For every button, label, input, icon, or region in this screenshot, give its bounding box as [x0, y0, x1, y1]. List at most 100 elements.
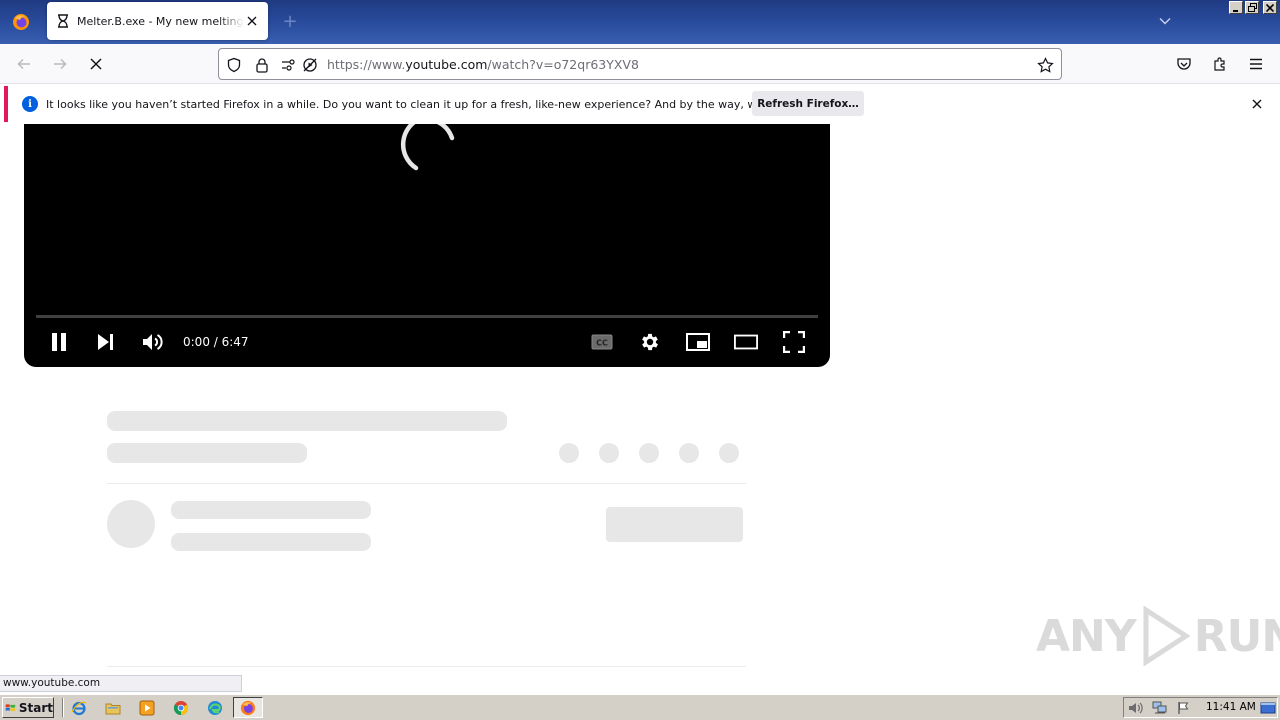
taskbar-firefox-button[interactable]	[233, 697, 263, 718]
edge-icon[interactable]	[206, 699, 224, 717]
action-skeleton-dot	[599, 443, 619, 463]
tab-close-icon[interactable]	[244, 13, 260, 29]
windows-taskbar: Start 11:41 AM	[0, 694, 1280, 720]
divider	[107, 666, 746, 667]
back-button[interactable]	[12, 52, 36, 76]
pause-icon	[52, 333, 66, 351]
back-arrow-icon	[17, 58, 30, 70]
theater-mode-button[interactable]	[734, 330, 758, 354]
info-icon: i	[22, 96, 38, 112]
chrome-icon[interactable]	[172, 699, 190, 717]
tab-strip: Melter.B.exe - My new melting and +	[0, 0, 1280, 44]
taskbar-separator	[62, 698, 64, 717]
url-host: youtube.com	[405, 57, 488, 72]
fullscreen-button[interactable]	[782, 330, 806, 354]
stop-x-icon	[90, 58, 102, 70]
svg-text:CC: CC	[596, 339, 608, 348]
next-button[interactable]	[94, 330, 118, 354]
list-all-tabs-chevron-down-icon[interactable]	[1158, 14, 1172, 28]
app-menu-button[interactable]	[1244, 52, 1268, 76]
settings-gear-icon	[642, 333, 658, 351]
taskbar-clock: 11:41 AM	[1206, 701, 1256, 713]
action-skeleton-dot	[719, 443, 739, 463]
url-prefix: https://www.	[327, 57, 406, 72]
miniplayer-icon	[686, 333, 710, 351]
subtitles-button[interactable]: CC	[590, 330, 614, 354]
next-icon	[98, 334, 113, 350]
action-skeleton-dot	[559, 443, 579, 463]
play-triangle-logo-icon	[1143, 606, 1190, 666]
fullscreen-icon	[783, 331, 805, 353]
extensions-button[interactable]	[1208, 52, 1232, 76]
ie-icon[interactable]	[70, 699, 88, 717]
restore-button[interactable]	[1245, 1, 1259, 14]
pause-button[interactable]	[47, 330, 71, 354]
url-path: /watch?v=o72qr63YXV8	[487, 57, 639, 72]
firefox-view-button[interactable]	[0, 0, 42, 44]
action-center-flag-icon[interactable]	[1176, 700, 1192, 716]
volume-icon	[143, 334, 163, 350]
action-skeleton-dot	[679, 443, 699, 463]
start-label: Start	[18, 700, 53, 715]
subscribe-button-skeleton	[606, 507, 743, 542]
close-icon	[1266, 3, 1274, 12]
channel-avatar-skeleton	[107, 500, 155, 548]
pocket-icon	[1177, 58, 1191, 70]
show-desktop-icon[interactable]	[1260, 700, 1276, 716]
system-tray: 11:41 AM	[1123, 697, 1278, 718]
notification-message: It looks like you haven’t started Firefo…	[46, 97, 831, 111]
subscriber-count-skeleton	[171, 533, 371, 551]
settings-button[interactable]	[638, 330, 662, 354]
anyrun-watermark: ANY RUN	[1036, 606, 1280, 666]
hourglass-icon	[55, 13, 71, 29]
pocket-button[interactable]	[1172, 52, 1196, 76]
tracking-protection-shield-icon[interactable]	[225, 56, 243, 74]
video-player[interactable]: 0:00 / 6:47 CC	[24, 124, 830, 367]
tab-active[interactable]: Melter.B.exe - My new melting and	[47, 2, 268, 40]
firefox-icon	[240, 700, 256, 715]
minimize-icon	[1233, 9, 1238, 12]
video-progress-bar[interactable]	[36, 315, 818, 318]
stop-loading-button[interactable]	[84, 52, 108, 76]
title-skeleton	[107, 411, 507, 431]
miniplayer-button[interactable]	[686, 330, 710, 354]
firefox-logo-icon	[13, 14, 29, 30]
watermark-text-left: ANY	[1036, 610, 1137, 662]
loading-spinner-icon	[400, 124, 455, 171]
restore-icon	[1247, 3, 1257, 12]
bookmark-star-icon[interactable]	[1036, 56, 1054, 74]
hamburger-menu-icon	[1250, 58, 1262, 70]
autoplay-blocked-icon[interactable]	[301, 56, 319, 74]
minimize-button[interactable]	[1229, 1, 1243, 14]
network-tray-icon[interactable]	[1152, 700, 1168, 716]
permissions-icon[interactable]	[280, 56, 298, 74]
start-button[interactable]: Start	[2, 697, 54, 718]
refresh-firefox-notification: i It looks like you haven’t started Fire…	[4, 86, 1276, 122]
watermark-text-right: RUN	[1193, 610, 1280, 662]
close-window-button[interactable]	[1263, 1, 1277, 14]
lock-icon[interactable]	[253, 56, 271, 74]
forward-arrow-icon	[54, 58, 67, 70]
volume-tray-icon[interactable]	[1128, 700, 1144, 716]
notification-close-icon[interactable]	[1250, 97, 1264, 111]
url-text[interactable]: https://www.youtube.com/watch?v=o72qr63Y…	[327, 57, 639, 72]
forward-button[interactable]	[48, 52, 72, 76]
windows-logo-icon	[5, 703, 16, 711]
url-bar[interactable]: https://www.youtube.com/watch?v=o72qr63Y…	[218, 48, 1062, 80]
action-skeleton-dot	[639, 443, 659, 463]
explorer-icon[interactable]	[104, 699, 122, 717]
media-player-icon[interactable]	[138, 699, 156, 717]
puzzle-piece-icon	[1214, 57, 1225, 71]
divider	[107, 483, 746, 484]
video-time-display: 0:00 / 6:47	[183, 335, 249, 349]
refresh-firefox-button[interactable]: Refresh Firefox…	[752, 91, 864, 116]
mute-button[interactable]	[141, 330, 165, 354]
views-skeleton	[107, 443, 307, 463]
tab-title: Melter.B.exe - My new melting and	[77, 14, 244, 28]
status-url-tooltip: www.youtube.com	[0, 675, 242, 692]
new-tab-button[interactable]: +	[280, 12, 300, 32]
navigation-toolbar: https://www.youtube.com/watch?v=o72qr63Y…	[0, 44, 1280, 84]
theater-mode-icon	[734, 334, 758, 350]
captions-icon: CC	[591, 334, 613, 350]
channel-name-skeleton	[171, 501, 371, 519]
